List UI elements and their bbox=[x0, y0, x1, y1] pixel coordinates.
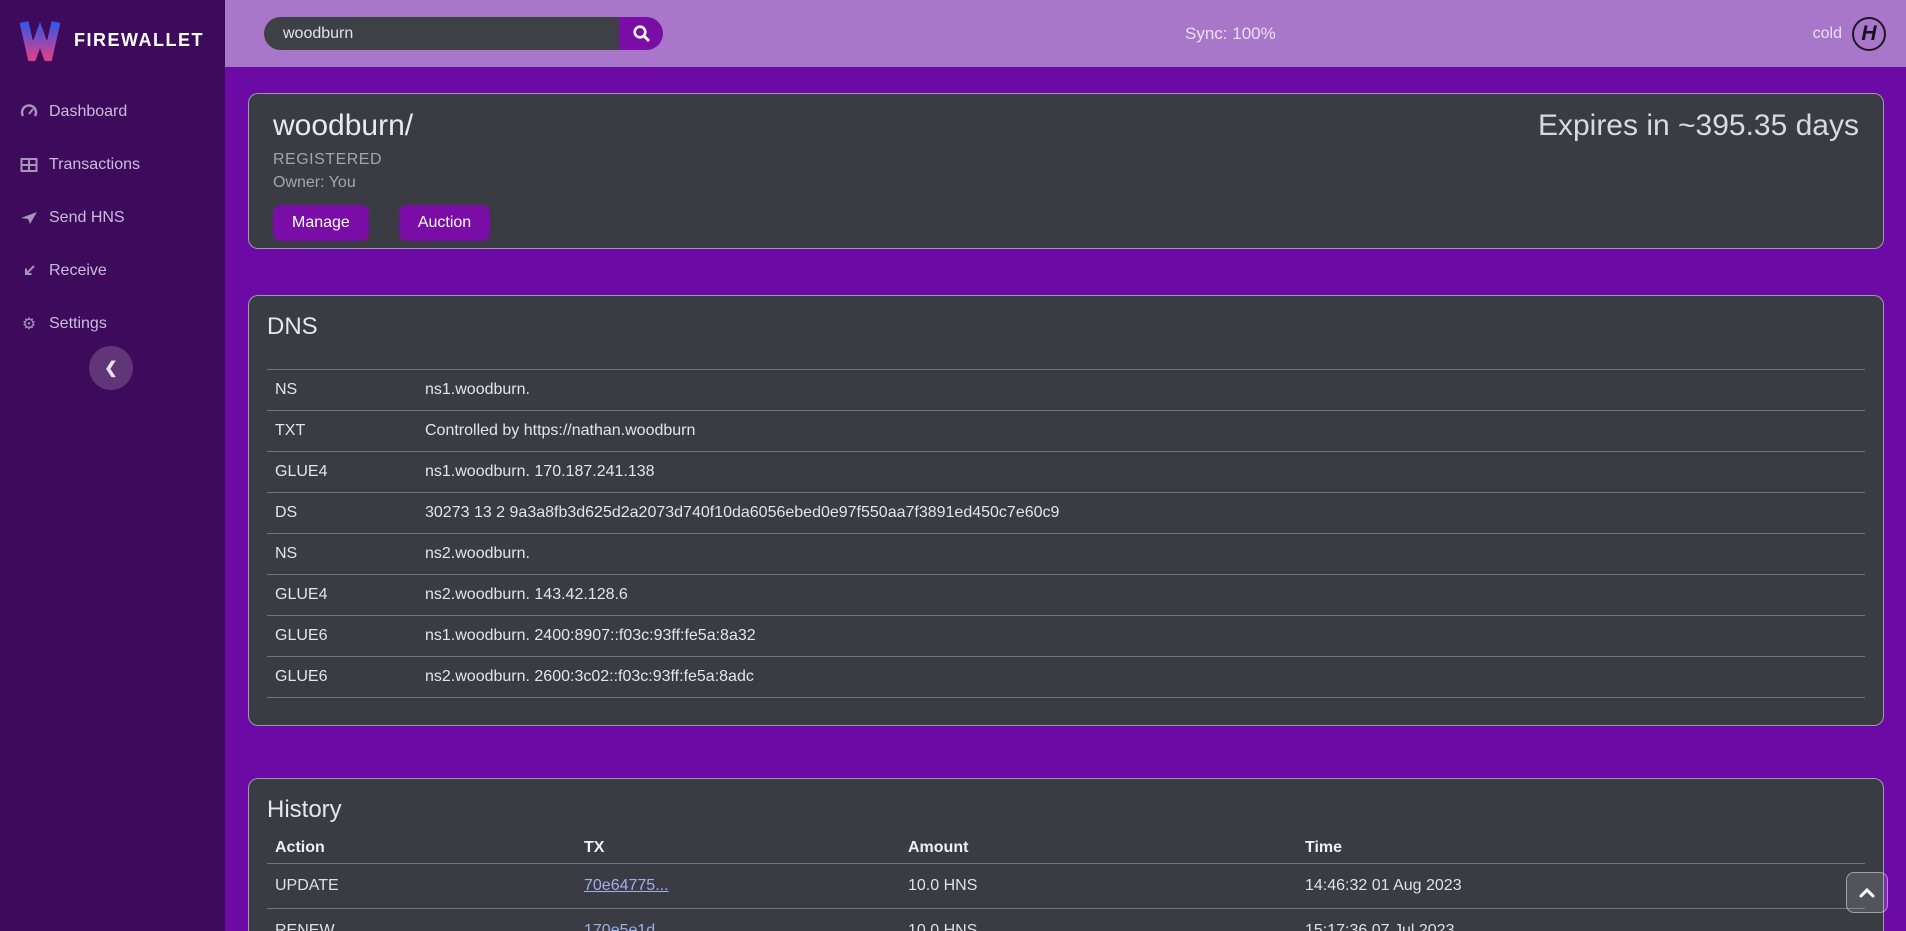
auction-button[interactable]: Auction bbox=[399, 205, 490, 241]
history-table: Action TX Amount Time UPDATE 70e64775...… bbox=[267, 833, 1865, 931]
history-col-amount: Amount bbox=[900, 833, 1297, 863]
dns-record-value: ns2.woodburn. 143.42.128.6 bbox=[417, 575, 1865, 616]
sidebar-item-settings[interactable]: ⚙ Settings bbox=[0, 297, 225, 350]
search-input[interactable] bbox=[264, 17, 619, 50]
dns-record-type: GLUE6 bbox=[267, 657, 417, 698]
dns-record-value: Controlled by https://nathan.woodburn bbox=[417, 411, 1865, 452]
history-card: History Action TX Amount Time UPDATE 70e… bbox=[248, 778, 1884, 931]
sidebar-item-transactions[interactable]: Transactions bbox=[0, 138, 225, 191]
domain-status: REGISTERED bbox=[273, 151, 490, 169]
dns-record-value: 30273 13 2 9a3a8fb3d625d2a2073d740f10da6… bbox=[417, 493, 1865, 534]
dns-card: DNS NS ns1.woodburn. TXT Controlled by h… bbox=[248, 295, 1884, 726]
settings-gear-icon: ⚙ bbox=[20, 315, 38, 333]
dns-record-row: NS ns2.woodburn. bbox=[267, 534, 1865, 575]
dns-table: NS ns1.woodburn. TXT Controlled by https… bbox=[267, 369, 1865, 698]
dns-record-row: DS 30273 13 2 9a3a8fb3d625d2a2073d740f10… bbox=[267, 493, 1865, 534]
history-row: RENEW 170e5e1d... 10.0 HNS 15:17:36 07 J… bbox=[267, 908, 1865, 931]
manage-button[interactable]: Manage bbox=[273, 205, 369, 241]
chevron-left-icon: ❮ bbox=[104, 358, 117, 378]
topbar: Sync: 100% cold H bbox=[225, 0, 1906, 67]
firewallet-w-logo-icon bbox=[18, 19, 62, 61]
history-time: 15:17:36 07 Jul 2023 bbox=[1297, 908, 1865, 931]
scroll-to-top-button[interactable] bbox=[1846, 872, 1888, 913]
tx-link[interactable]: 70e64775... bbox=[584, 877, 669, 894]
history-col-time: Time bbox=[1297, 833, 1865, 863]
receive-arrow-icon bbox=[20, 262, 38, 280]
dns-title: DNS bbox=[267, 312, 1865, 342]
sidebar-item-label: Dashboard bbox=[49, 103, 127, 121]
dns-record-row: NS ns1.woodburn. bbox=[267, 370, 1865, 411]
sidebar-item-dashboard[interactable]: Dashboard bbox=[0, 85, 225, 138]
dns-record-row: GLUE4 ns2.woodburn. 143.42.128.6 bbox=[267, 575, 1865, 616]
dns-record-type: NS bbox=[267, 370, 417, 411]
dns-record-value: ns1.woodburn. 170.187.241.138 bbox=[417, 452, 1865, 493]
chevron-up-icon bbox=[1859, 887, 1875, 899]
history-amount: 10.0 HNS bbox=[900, 908, 1297, 931]
history-time: 14:46:32 01 Aug 2023 bbox=[1297, 863, 1865, 908]
tx-link[interactable]: 170e5e1d... bbox=[584, 922, 669, 931]
handshake-logo-icon: H bbox=[1852, 17, 1886, 51]
search-bar bbox=[264, 17, 663, 50]
dns-record-row: TXT Controlled by https://nathan.woodbur… bbox=[267, 411, 1865, 452]
search-button[interactable] bbox=[619, 17, 663, 50]
sidebar-item-label: Receive bbox=[49, 262, 107, 280]
history-action: UPDATE bbox=[267, 863, 576, 908]
sidebar-nav: Dashboard Transactions Send HNS Receive … bbox=[0, 67, 225, 350]
dns-record-type: GLUE4 bbox=[267, 452, 417, 493]
dns-record-type: GLUE6 bbox=[267, 616, 417, 657]
sync-status: Sync: 100% bbox=[1185, 24, 1276, 44]
sidebar-item-label: Send HNS bbox=[49, 209, 125, 227]
wallet-selector[interactable]: cold H bbox=[1813, 0, 1886, 67]
history-row: UPDATE 70e64775... 10.0 HNS 14:46:32 01 … bbox=[267, 863, 1865, 908]
sidebar-item-label: Settings bbox=[49, 315, 107, 333]
history-action: RENEW bbox=[267, 908, 576, 931]
send-plane-icon bbox=[20, 209, 38, 227]
history-col-action: Action bbox=[267, 833, 576, 863]
history-title: History bbox=[267, 795, 1865, 825]
brand-logo-row[interactable]: FIREWALLET bbox=[0, 0, 225, 67]
dns-record-type: GLUE4 bbox=[267, 575, 417, 616]
sidebar-collapse-button[interactable]: ❮ bbox=[89, 346, 133, 390]
history-amount: 10.0 HNS bbox=[900, 863, 1297, 908]
dns-record-value: ns2.woodburn. 2600:3c02::f03c:93ff:fe5a:… bbox=[417, 657, 1865, 698]
dns-record-row: GLUE6 ns1.woodburn. 2400:8907::f03c:93ff… bbox=[267, 616, 1865, 657]
domain-card: woodburn/ REGISTERED Owner: You Manage A… bbox=[248, 93, 1884, 249]
wallet-name: cold bbox=[1813, 25, 1842, 43]
transactions-table-icon bbox=[20, 156, 38, 174]
history-header-row: Action TX Amount Time bbox=[267, 833, 1865, 863]
dns-record-type: NS bbox=[267, 534, 417, 575]
sidebar-item-label: Transactions bbox=[49, 156, 140, 174]
dns-record-row: GLUE6 ns2.woodburn. 2600:3c02::f03c:93ff… bbox=[267, 657, 1865, 698]
sidebar-item-send-hns[interactable]: Send HNS bbox=[0, 191, 225, 244]
domain-name: woodburn/ bbox=[273, 108, 490, 144]
dns-record-value: ns1.woodburn. bbox=[417, 370, 1865, 411]
dns-record-type: DS bbox=[267, 493, 417, 534]
dashboard-gauge-icon bbox=[20, 103, 38, 121]
dns-record-value: ns2.woodburn. bbox=[417, 534, 1865, 575]
dns-record-row: GLUE4 ns1.woodburn. 170.187.241.138 bbox=[267, 452, 1865, 493]
sidebar-item-receive[interactable]: Receive bbox=[0, 244, 225, 297]
domain-info: woodburn/ REGISTERED Owner: You Manage A… bbox=[273, 108, 490, 234]
history-col-tx: TX bbox=[576, 833, 900, 863]
search-icon bbox=[632, 24, 651, 43]
domain-owner: Owner: You bbox=[273, 174, 490, 192]
main-content: woodburn/ REGISTERED Owner: You Manage A… bbox=[225, 67, 1906, 931]
sidebar: FIREWALLET Dashboard Transactions Send H… bbox=[0, 0, 225, 931]
brand-name: FIREWALLET bbox=[74, 30, 204, 51]
domain-actions: Manage Auction bbox=[273, 205, 490, 241]
dns-record-value: ns1.woodburn. 2400:8907::f03c:93ff:fe5a:… bbox=[417, 616, 1865, 657]
dns-record-type: TXT bbox=[267, 411, 417, 452]
domain-expiry: Expires in ~395.35 days bbox=[1538, 108, 1859, 234]
